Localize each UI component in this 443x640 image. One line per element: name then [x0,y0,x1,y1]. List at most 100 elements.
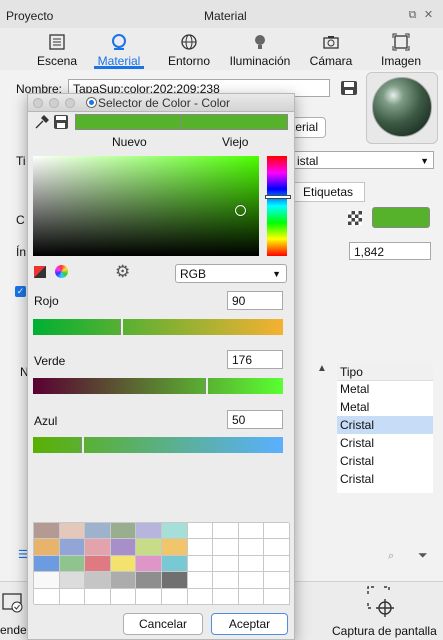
table-row[interactable]: Cristal [337,416,433,434]
red-slider[interactable] [33,319,283,335]
color-swatch[interactable] [85,539,111,556]
color-swatch[interactable] [162,539,188,556]
color-swatch[interactable] [238,539,265,556]
save-color-icon[interactable] [53,114,69,130]
color-swatch[interactable] [110,572,137,589]
table-row[interactable]: Cristal [337,434,433,452]
color-swatch[interactable] [34,572,60,589]
old-color-preview[interactable] [180,114,288,130]
color-swatch[interactable] [162,588,188,605]
minimize-window-button[interactable] [49,98,59,108]
hue-slider[interactable] [267,156,287,256]
color-swatch-button[interactable] [372,207,430,228]
color-swatch[interactable] [162,555,188,573]
color-swatch[interactable] [213,572,239,589]
color-swatch[interactable] [59,572,86,589]
color-swatch[interactable] [59,555,86,573]
green-slider[interactable] [33,378,283,394]
green-slider-thumb[interactable] [205,378,208,394]
table-row[interactable]: Cristal [337,452,433,470]
color-swatch[interactable] [238,523,265,540]
color-swatch[interactable] [136,588,162,605]
color-swatch[interactable] [238,588,265,605]
accept-button[interactable]: Aceptar [211,613,288,635]
color-swatch[interactable] [34,588,60,605]
color-sliders-icon[interactable] [34,266,46,278]
table-row[interactable]: Cristal [337,470,433,488]
red-value-field[interactable]: 90 [227,291,283,310]
color-swatch[interactable] [213,555,239,573]
color-swatch[interactable] [264,539,290,556]
tab-imagen[interactable]: Imagen [366,32,436,68]
color-swatch[interactable] [187,555,214,573]
tab-etiquetas[interactable]: Etiquetas [293,182,365,202]
eyedropper-icon[interactable] [34,114,50,130]
color-swatch[interactable] [187,588,214,605]
color-swatch[interactable] [264,572,290,589]
color-swatch[interactable] [187,523,214,540]
red-slider-thumb[interactable] [120,319,123,335]
hue-slider-marker[interactable] [265,195,291,199]
sort-asc-icon[interactable]: ▲ [317,363,327,374]
color-swatch[interactable] [85,572,111,589]
search-icon[interactable]: ⌕ [388,550,394,563]
blue-value-field[interactable]: 50 [227,410,283,429]
save-icon[interactable] [340,80,358,96]
color-swatch[interactable] [34,539,60,556]
color-swatch[interactable] [264,523,290,540]
table-row[interactable]: Metal [337,380,433,398]
close-icon[interactable]: ✕ [423,10,434,21]
color-swatch[interactable] [238,555,265,573]
color-swatch[interactable] [59,539,86,556]
color-swatch[interactable] [110,539,137,556]
color-swatch[interactable] [136,523,162,540]
tab-camara[interactable]: Cámara [296,32,366,68]
texture-icon[interactable] [348,211,362,225]
color-swatch[interactable] [136,572,162,589]
tab-entorno[interactable]: Entorno [154,32,224,68]
filter-icon[interactable]: ⏷ [418,548,428,563]
index-field[interactable]: 1,842 [349,242,431,260]
picker-cursor[interactable] [235,205,246,216]
color-swatch[interactable] [110,555,137,573]
color-swatch[interactable] [110,588,137,605]
render-icon[interactable] [2,591,24,613]
color-swatch[interactable] [187,539,214,556]
type-select[interactable]: istal ▼ [293,151,434,169]
color-swatch[interactable] [34,555,60,573]
color-swatch[interactable] [187,572,214,589]
screenshot-icon[interactable] [367,586,399,618]
color-swatch[interactable] [264,555,290,573]
gear-icon[interactable]: ⚙ [115,263,130,280]
tab-iluminacion[interactable]: Iluminación [224,32,296,68]
color-swatch[interactable] [85,588,111,605]
zoom-window-button[interactable] [65,98,75,108]
color-swatch[interactable] [162,523,188,540]
close-window-button[interactable] [33,98,43,108]
color-swatch[interactable] [162,572,188,589]
table-row[interactable]: Metal [337,398,433,416]
saturation-value-picker[interactable] [33,156,259,256]
color-wheel-icon[interactable] [55,265,68,278]
color-swatch[interactable] [85,555,111,573]
color-swatch[interactable] [59,588,86,605]
detach-icon[interactable]: ⧉ [407,10,418,21]
blue-slider-thumb[interactable] [81,437,84,453]
tab-escena[interactable]: Escena [22,32,92,68]
green-value-field[interactable]: 176 [227,350,283,369]
tab-material[interactable]: Material [84,32,154,68]
color-swatch[interactable] [213,539,239,556]
color-mode-select[interactable]: RGB ▼ [175,264,287,283]
color-swatch[interactable] [238,572,265,589]
color-swatch[interactable] [213,588,239,605]
color-swatch[interactable] [136,539,162,556]
color-swatch[interactable] [213,523,239,540]
checkbox[interactable]: ✓ [15,286,26,297]
color-swatch[interactable] [59,523,86,540]
color-swatch[interactable] [34,523,60,540]
color-swatch[interactable] [110,523,137,540]
color-swatch[interactable] [85,523,111,540]
table-header-type[interactable]: Tipo [337,363,433,381]
cancel-button[interactable]: Cancelar [123,613,203,635]
color-swatch[interactable] [264,588,290,605]
